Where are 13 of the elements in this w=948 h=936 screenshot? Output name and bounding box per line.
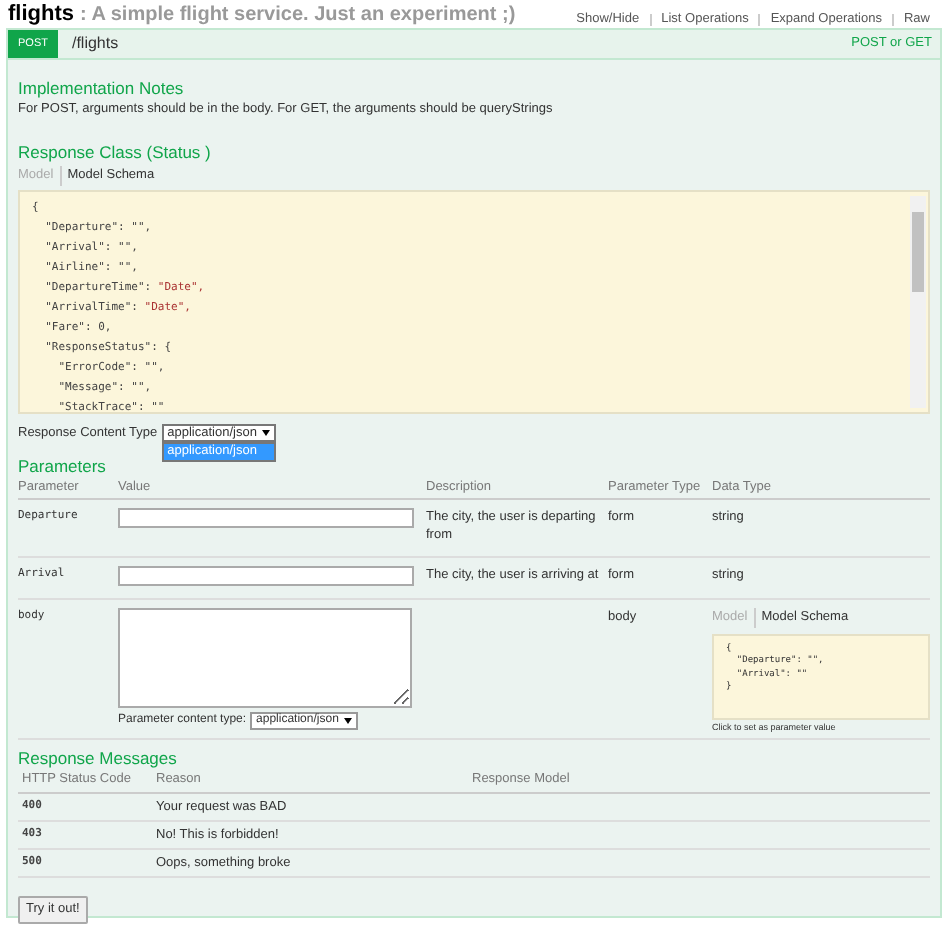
section-heading: Parameters (18, 455, 108, 478)
value-input[interactable] (118, 507, 414, 528)
endpoint-path[interactable]: /flights (71, 32, 119, 56)
scrollbar[interactable] (910, 196, 926, 408)
value-input[interactable] (118, 565, 414, 586)
api-description: : A simple flight service. Just an experiment ;) (80, 6, 516, 26)
caret-icon (262, 430, 271, 437)
api-title[interactable]: flights (8, 4, 74, 26)
section-heading: Response Class (Status ) (18, 142, 213, 164)
caret-icon (344, 717, 353, 724)
body-textarea[interactable] (118, 607, 412, 708)
section-heading: Response Messages (18, 747, 179, 770)
section-heading: Implementation Notes (18, 78, 186, 100)
